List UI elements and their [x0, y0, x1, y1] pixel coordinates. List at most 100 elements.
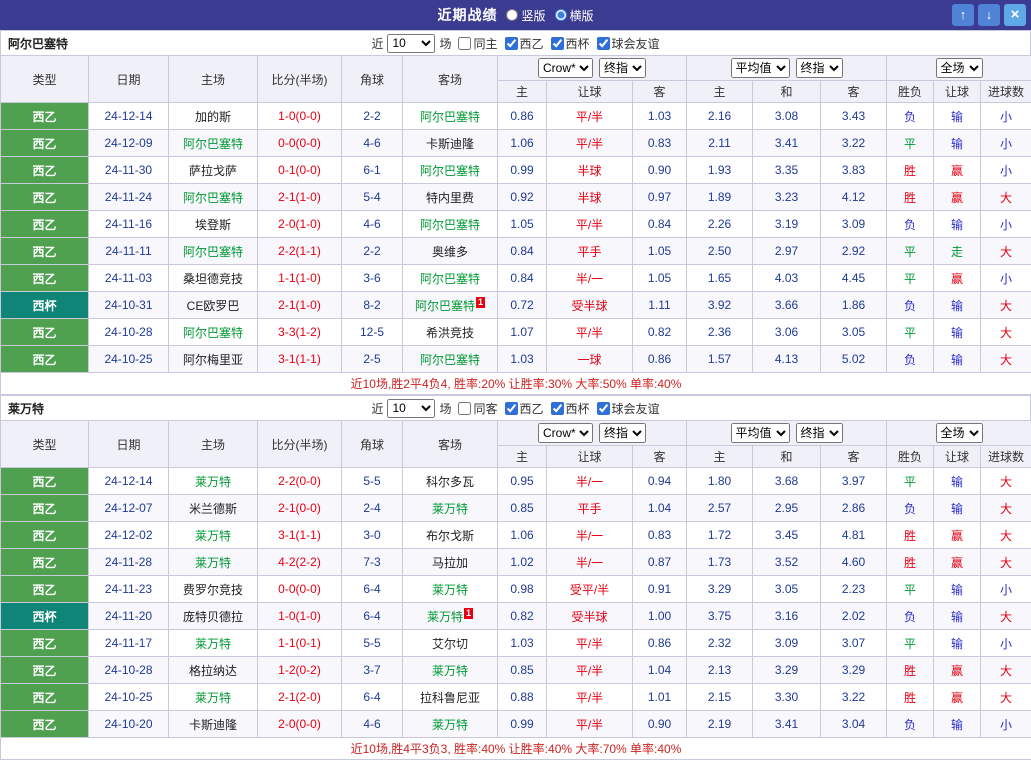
away-team-cell: 阿尔巴塞特 — [403, 157, 498, 184]
away-odds-cell: 0.82 — [633, 319, 687, 346]
goals-cell: 大 — [981, 346, 1031, 373]
league-badge: 西乙 — [1, 549, 89, 576]
odds-type-select[interactable]: 终指 — [599, 58, 646, 78]
goals-cell: 小 — [981, 265, 1031, 292]
column-header: 主场 — [169, 421, 258, 468]
view-option-horizontal[interactable]: 横版 — [555, 7, 594, 24]
score-cell: 2-0(0-0) — [258, 711, 342, 738]
column-header: 进球数 — [981, 81, 1031, 103]
away-team-cell: 特内里费 — [403, 184, 498, 211]
match-row: 西乙24-11-23费罗尔竞技0-0(0-0)6-4莱万特0.98受平/半0.9… — [1, 576, 1031, 603]
avg-away-odds-cell: 3.07 — [821, 630, 887, 657]
away-team-cell: 阿尔巴塞特 — [403, 265, 498, 292]
filter-checkbox-input[interactable] — [458, 37, 471, 50]
filter-checkbox-球会友谊[interactable]: 球会友谊 — [597, 400, 660, 417]
results-table: 类型日期主场比分(半场)角球客场Crow*终指平均值终指全场主让球客主和客胜负让… — [0, 55, 1031, 395]
away-odds-cell: 1.00 — [633, 603, 687, 630]
column-header: 胜负 — [887, 446, 934, 468]
home-odds-cell: 0.82 — [498, 603, 547, 630]
odds-type-select[interactable]: 终指 — [599, 423, 646, 443]
column-header: 比分(半场) — [258, 421, 342, 468]
home-team-name: 加的斯 — [195, 110, 231, 124]
match-count-select[interactable]: 10 — [387, 399, 435, 418]
horizontal-radio[interactable] — [555, 9, 567, 21]
goals-cell: 小 — [981, 130, 1031, 157]
handicap-cell: 平/半 — [547, 130, 633, 157]
column-header: 日期 — [89, 56, 169, 103]
home-team-cell: 桑坦德竞技 — [169, 265, 258, 292]
move-down-button[interactable]: ↓ — [978, 4, 1000, 26]
avg-away-odds-cell: 4.45 — [821, 265, 887, 292]
scope-select[interactable]: 全场 — [936, 58, 983, 78]
home-team-cell: 莱万特 — [169, 468, 258, 495]
away-team-name: 阿尔巴塞特 — [420, 110, 480, 124]
away-team-cell: 阿尔巴塞特 — [403, 211, 498, 238]
average-select[interactable]: 平均值 — [731, 423, 790, 443]
avg-draw-odds-cell: 3.52 — [753, 549, 821, 576]
home-odds-cell: 0.99 — [498, 157, 547, 184]
score-cell: 1-1(1-0) — [258, 265, 342, 292]
filter-checkbox-西乙[interactable]: 西乙 — [505, 400, 544, 417]
column-header: 客 — [821, 446, 887, 468]
home-team-name: 桑坦德竞技 — [183, 272, 243, 286]
page-title: 近期战绩 — [437, 5, 497, 25]
filter-checkbox-input[interactable] — [505, 37, 518, 50]
result-cell: 平 — [887, 265, 934, 292]
filter-checkbox-label: 同主 — [473, 35, 497, 52]
filter-checkbox-西乙[interactable]: 西乙 — [505, 35, 544, 52]
filter-suffix-label: 场 — [439, 400, 451, 417]
filter-checkbox-input[interactable] — [597, 37, 610, 50]
column-header: 客场 — [403, 421, 498, 468]
average-type-select[interactable]: 终指 — [796, 423, 843, 443]
filter-checkbox-input[interactable] — [597, 402, 610, 415]
vertical-radio[interactable] — [506, 9, 518, 21]
filter-checkbox-input[interactable] — [458, 402, 471, 415]
move-up-button[interactable]: ↑ — [952, 4, 974, 26]
filter-checkbox-input[interactable] — [505, 402, 518, 415]
odds-company-select[interactable]: Crow* — [538, 58, 593, 78]
filter-checkbox-同主[interactable]: 同主 — [458, 35, 497, 52]
home-odds-cell: 0.84 — [498, 238, 547, 265]
home-odds-cell: 0.98 — [498, 576, 547, 603]
home-team-cell: CE欧罗巴 — [169, 292, 258, 319]
column-header: 角球 — [342, 56, 403, 103]
league-badge: 西乙 — [1, 495, 89, 522]
home-team-cell: 莱万特 — [169, 684, 258, 711]
view-option-vertical[interactable]: 竖版 — [506, 7, 545, 24]
filter-checkbox-同客[interactable]: 同客 — [458, 400, 497, 417]
odds-company-select[interactable]: Crow* — [538, 423, 593, 443]
filter-checkbox-input[interactable] — [551, 37, 564, 50]
away-team-name: 卡斯迪隆 — [426, 137, 474, 151]
corners-cell: 2-2 — [342, 103, 403, 130]
filter-prefix-label: 近 — [371, 35, 383, 52]
filter-checkbox-西杯[interactable]: 西杯 — [551, 400, 590, 417]
match-date: 24-10-28 — [89, 657, 169, 684]
avg-home-odds-cell: 2.57 — [687, 495, 753, 522]
filter-checkbox-西杯[interactable]: 西杯 — [551, 35, 590, 52]
match-count-select[interactable]: 10 — [387, 34, 435, 53]
home-odds-cell: 1.02 — [498, 549, 547, 576]
avg-draw-odds-cell: 3.09 — [753, 630, 821, 657]
match-filter: 近10场同客西乙西杯球会友谊 — [371, 399, 659, 418]
away-team-name: 布尔戈斯 — [426, 529, 474, 543]
handicap-result-cell: 输 — [934, 103, 981, 130]
average-select[interactable]: 平均值 — [731, 58, 790, 78]
corners-cell: 6-1 — [342, 157, 403, 184]
average-type-select[interactable]: 终指 — [796, 58, 843, 78]
filter-checkbox-label: 球会友谊 — [612, 400, 660, 417]
close-button[interactable]: × — [1004, 4, 1026, 26]
handicap-cell: 受半球 — [547, 292, 633, 319]
filter-checkbox-球会友谊[interactable]: 球会友谊 — [597, 35, 660, 52]
scope-select[interactable]: 全场 — [936, 423, 983, 443]
home-team-name: 莱万特 — [195, 529, 231, 543]
avg-draw-odds-cell: 3.30 — [753, 684, 821, 711]
avg-draw-odds-cell: 3.23 — [753, 184, 821, 211]
result-cell: 负 — [887, 346, 934, 373]
avg-away-odds-cell: 3.09 — [821, 211, 887, 238]
league-badge: 西乙 — [1, 522, 89, 549]
league-badge: 西乙 — [1, 184, 89, 211]
match-date: 24-10-28 — [89, 319, 169, 346]
filter-checkbox-input[interactable] — [551, 402, 564, 415]
away-team-name: 莱万特 — [432, 583, 468, 597]
column-header: 让球 — [547, 81, 633, 103]
